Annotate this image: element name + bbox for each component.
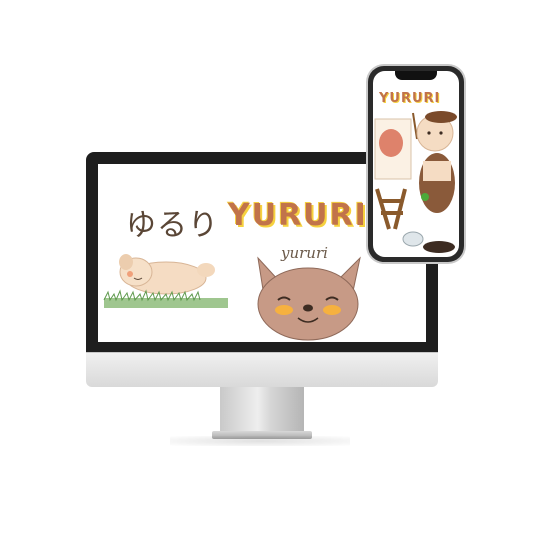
paint-bucket: [402, 231, 424, 247]
dog-face: [257, 267, 359, 341]
sleeping-dog-icon: [103, 254, 228, 308]
painter-dog-feet: [423, 241, 455, 253]
paint-brush: [412, 112, 418, 140]
monitor-stand: [220, 387, 304, 433]
dog-nose: [303, 304, 313, 312]
phone-brand-logo-text: YURURI: [379, 91, 441, 106]
phone-notch: [395, 71, 437, 80]
monitor-shadow: [170, 436, 350, 446]
green-button: [421, 193, 429, 201]
brand-logo-text: YURURI: [228, 198, 368, 233]
painter-dog-eye-left: [427, 131, 431, 135]
dog-cheek-right: [323, 305, 341, 315]
monitor-chin: [86, 352, 438, 387]
dog-cheek-left: [275, 305, 293, 315]
smartphone: YURURI: [368, 66, 464, 262]
dog-ear: [119, 254, 133, 270]
painting-dog-icon: [374, 111, 457, 253]
dog-cheek: [127, 271, 133, 277]
easel: [375, 188, 407, 230]
dog-face-icon: [257, 256, 361, 341]
painter-dog-eye-right: [439, 131, 443, 135]
painter-dog-hat: [425, 111, 457, 123]
dog-tail: [197, 263, 215, 277]
brand-japanese: ゆるり: [126, 208, 219, 243]
canvas-painting: [379, 129, 403, 157]
phone-screen: YURURI: [373, 71, 459, 257]
painter-dog-shirt: [423, 161, 451, 181]
